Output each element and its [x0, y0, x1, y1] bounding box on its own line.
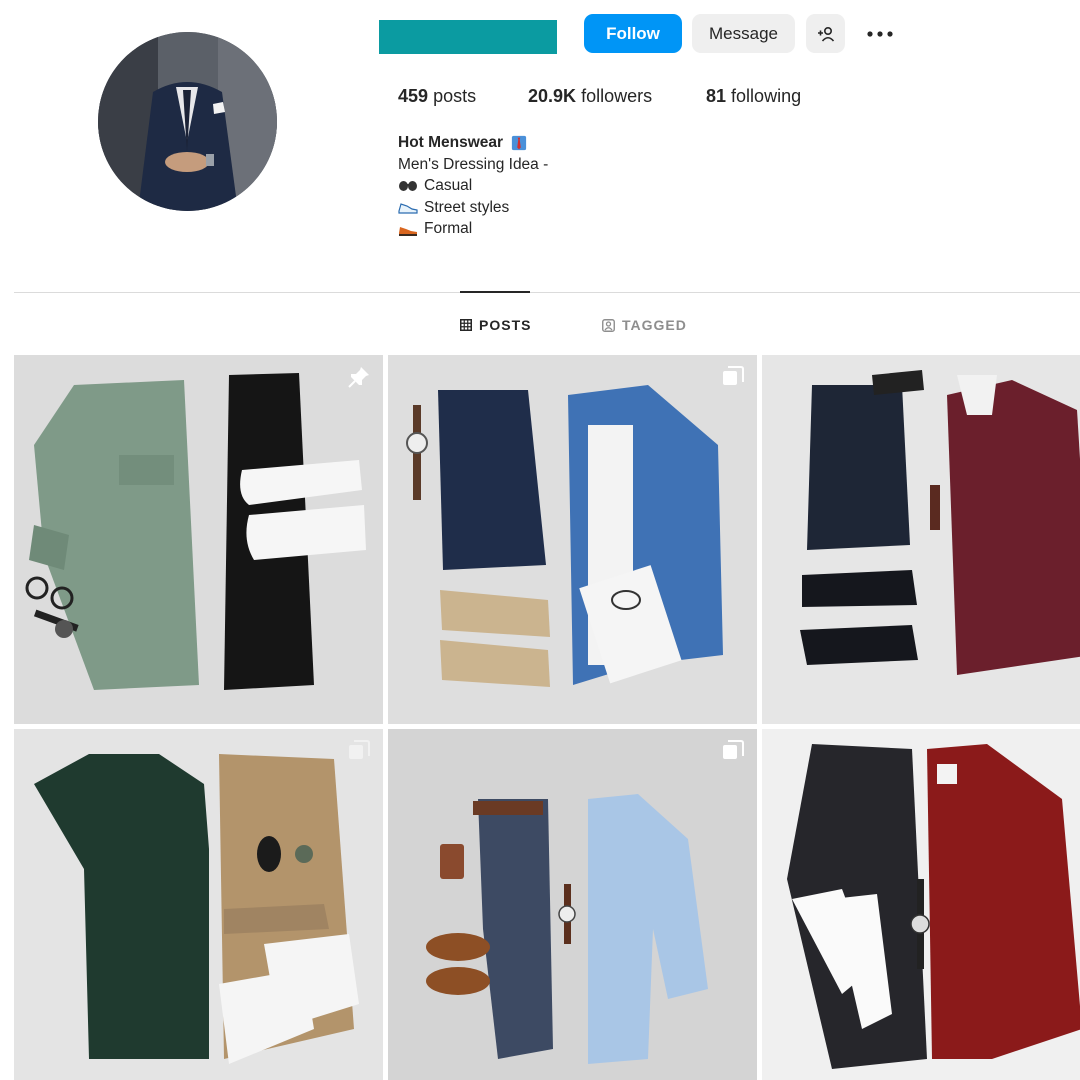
- grid-icon: [460, 319, 472, 331]
- profile-avatar[interactable]: [98, 32, 277, 211]
- post-image-denim-shirt: [388, 355, 757, 724]
- posts-label: posts: [433, 86, 477, 106]
- followers-stat[interactable]: 20.9K followers: [528, 86, 652, 107]
- post-image-green-shirt: [14, 355, 383, 724]
- post-image-burgundy-sweater: [762, 355, 1080, 724]
- bio-item-text: Street styles: [424, 198, 510, 216]
- bio-line: Men's Dressing Idea -: [398, 154, 548, 176]
- following-label: following: [731, 86, 802, 106]
- sneaker-emoji-icon: [398, 203, 418, 214]
- post-thumbnail[interactable]: [762, 355, 1080, 724]
- tabs-divider: [14, 292, 1080, 293]
- more-options-button[interactable]: [862, 22, 898, 46]
- tag-user-icon: [602, 318, 615, 332]
- bio-item-text: Formal: [424, 220, 473, 237]
- add-user-icon: [817, 26, 834, 42]
- pin-icon: [348, 367, 369, 388]
- following-stat[interactable]: 81 following: [706, 86, 801, 107]
- followers-count: 20.9K: [528, 86, 577, 106]
- avatar-image: [98, 32, 277, 211]
- post-thumbnail[interactable]: [388, 355, 757, 724]
- carousel-icon: [723, 366, 744, 385]
- ellipsis-icon: [867, 31, 893, 37]
- post-image-green-tee: [14, 729, 383, 1080]
- carousel-icon: [723, 740, 744, 759]
- message-button[interactable]: Message: [692, 14, 795, 53]
- bio-item-casual: Casual: [398, 175, 548, 197]
- profile-name: Hot Menswear: [398, 134, 504, 151]
- post-thumbnail[interactable]: [388, 729, 757, 1080]
- post-thumbnail[interactable]: [14, 355, 383, 724]
- username-redacted: [379, 20, 557, 54]
- bio-item-street: Street styles: [398, 197, 548, 219]
- profile-bio: Hot Menswear Men's Dressing Idea - Casua…: [398, 132, 548, 240]
- follow-button[interactable]: Follow: [584, 14, 682, 53]
- following-count: 81: [706, 86, 727, 106]
- bio-item-text: Casual: [424, 177, 473, 194]
- carousel-icon: [349, 740, 370, 759]
- tab-posts[interactable]: POSTS: [460, 316, 531, 334]
- shoe-emoji-icon: [399, 226, 417, 236]
- tab-posts-label: POSTS: [479, 317, 532, 333]
- tab-tagged[interactable]: TAGGED: [602, 316, 687, 334]
- followers-label: followers: [581, 86, 653, 106]
- bio-name-line: Hot Menswear: [398, 132, 548, 154]
- post-image-red-shirt: [762, 729, 1080, 1080]
- tab-tagged-label: TAGGED: [622, 317, 687, 333]
- bio-item-formal: Formal: [398, 218, 548, 240]
- goggles-emoji-icon: [399, 180, 417, 191]
- post-image-gingham-shirt: [388, 729, 757, 1080]
- active-tab-indicator: [460, 291, 530, 293]
- posts-count: 459: [398, 86, 429, 106]
- necktie-emoji-icon: [511, 135, 527, 150]
- post-thumbnail[interactable]: [14, 729, 383, 1080]
- posts-stat: 459 posts: [398, 86, 476, 107]
- bio-tagline: Men's Dressing Idea -: [398, 155, 549, 173]
- post-thumbnail[interactable]: [762, 729, 1080, 1080]
- suggest-user-button[interactable]: [806, 14, 845, 53]
